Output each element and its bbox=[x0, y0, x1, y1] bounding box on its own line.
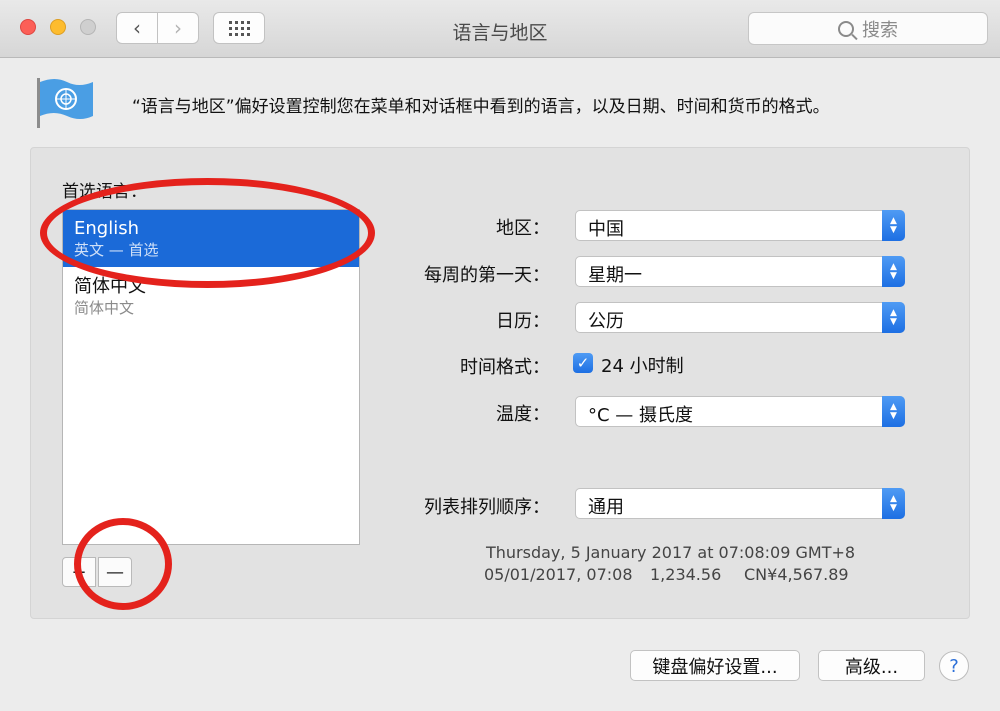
language-subtitle: 英文 — 首选 bbox=[74, 241, 159, 259]
temperature-popup[interactable]: °C — 摄氏度 ▲ ▼ bbox=[575, 396, 905, 427]
help-button[interactable]: ? bbox=[939, 651, 969, 681]
first-day-value: 星期一 bbox=[588, 265, 642, 286]
calendar-popup[interactable]: 公历 ▲ ▼ bbox=[575, 302, 905, 333]
updown-arrows-icon: ▲ ▼ bbox=[882, 302, 905, 333]
region-label: 地区： bbox=[496, 218, 550, 239]
updown-arrows-icon: ▲ ▼ bbox=[882, 396, 905, 427]
pane-description: “语言与地区”偏好设置控制您在菜单和对话框中看到的语言，以及日期、时间和货币的格… bbox=[132, 97, 830, 117]
calendar-label: 日历： bbox=[496, 311, 550, 332]
zoom-button[interactable] bbox=[80, 19, 96, 35]
add-language-button[interactable]: + bbox=[62, 557, 96, 587]
updown-arrows-icon: ▲ ▼ bbox=[882, 488, 905, 519]
un-flag-icon bbox=[37, 78, 93, 128]
updown-arrows-icon: ▲ ▼ bbox=[882, 256, 905, 287]
chevron-right-icon: › bbox=[174, 16, 182, 40]
language-name: English bbox=[74, 218, 139, 239]
language-list[interactable]: English 英文 — 首选 简体中文 简体中文 bbox=[62, 209, 360, 545]
search-placeholder: 搜索 bbox=[862, 19, 898, 41]
show-all-button[interactable] bbox=[213, 12, 265, 44]
time-format-label: 时间格式： bbox=[460, 357, 550, 378]
grid-icon bbox=[228, 20, 250, 36]
calendar-value: 公历 bbox=[588, 311, 624, 332]
back-button[interactable]: ‹ bbox=[116, 12, 158, 44]
language-item-chinese[interactable]: 简体中文 简体中文 bbox=[63, 268, 359, 325]
first-day-label: 每周的第一天： bbox=[424, 265, 550, 286]
minimize-button[interactable] bbox=[50, 19, 66, 35]
language-subtitle: 简体中文 bbox=[74, 299, 135, 317]
language-name: 简体中文 bbox=[74, 276, 146, 297]
sample-date-short: 05/01/2017, 07:08 bbox=[484, 565, 633, 584]
keyboard-preferences-button[interactable]: 键盘偏好设置... bbox=[630, 650, 800, 681]
24-hour-checkbox[interactable]: ✓ bbox=[573, 353, 593, 373]
search-field[interactable]: 搜索 bbox=[748, 12, 988, 45]
24-hour-checkbox-label[interactable]: 24 小时制 bbox=[601, 352, 684, 378]
sort-order-popup[interactable]: 通用 ▲ ▼ bbox=[575, 488, 905, 519]
preferred-languages-label: 首选语言： bbox=[62, 182, 147, 202]
sample-date-long: Thursday, 5 January 2017 at 07:08:09 GMT… bbox=[486, 543, 856, 562]
chevron-left-icon: ‹ bbox=[133, 16, 141, 40]
updown-arrows-icon: ▲ ▼ bbox=[882, 210, 905, 241]
sample-currency: CN¥4,567.89 bbox=[744, 565, 849, 584]
region-value: 中国 bbox=[588, 219, 624, 240]
sort-order-value: 通用 bbox=[588, 497, 624, 518]
region-popup[interactable]: 中国 ▲ ▼ bbox=[575, 210, 905, 241]
forward-button[interactable]: › bbox=[157, 12, 199, 44]
search-icon bbox=[838, 20, 854, 37]
first-day-popup[interactable]: 星期一 ▲ ▼ bbox=[575, 256, 905, 287]
temperature-value: °C — 摄氏度 bbox=[588, 405, 694, 426]
temperature-label: 温度： bbox=[496, 404, 550, 425]
sort-order-label: 列表排列顺序： bbox=[424, 497, 550, 518]
close-button[interactable] bbox=[20, 19, 36, 35]
language-item-english[interactable]: English 英文 — 首选 bbox=[63, 210, 359, 267]
remove-language-button[interactable]: — bbox=[98, 557, 132, 587]
advanced-button[interactable]: 高级... bbox=[818, 650, 925, 681]
sample-number: 1,234.56 bbox=[650, 565, 722, 584]
